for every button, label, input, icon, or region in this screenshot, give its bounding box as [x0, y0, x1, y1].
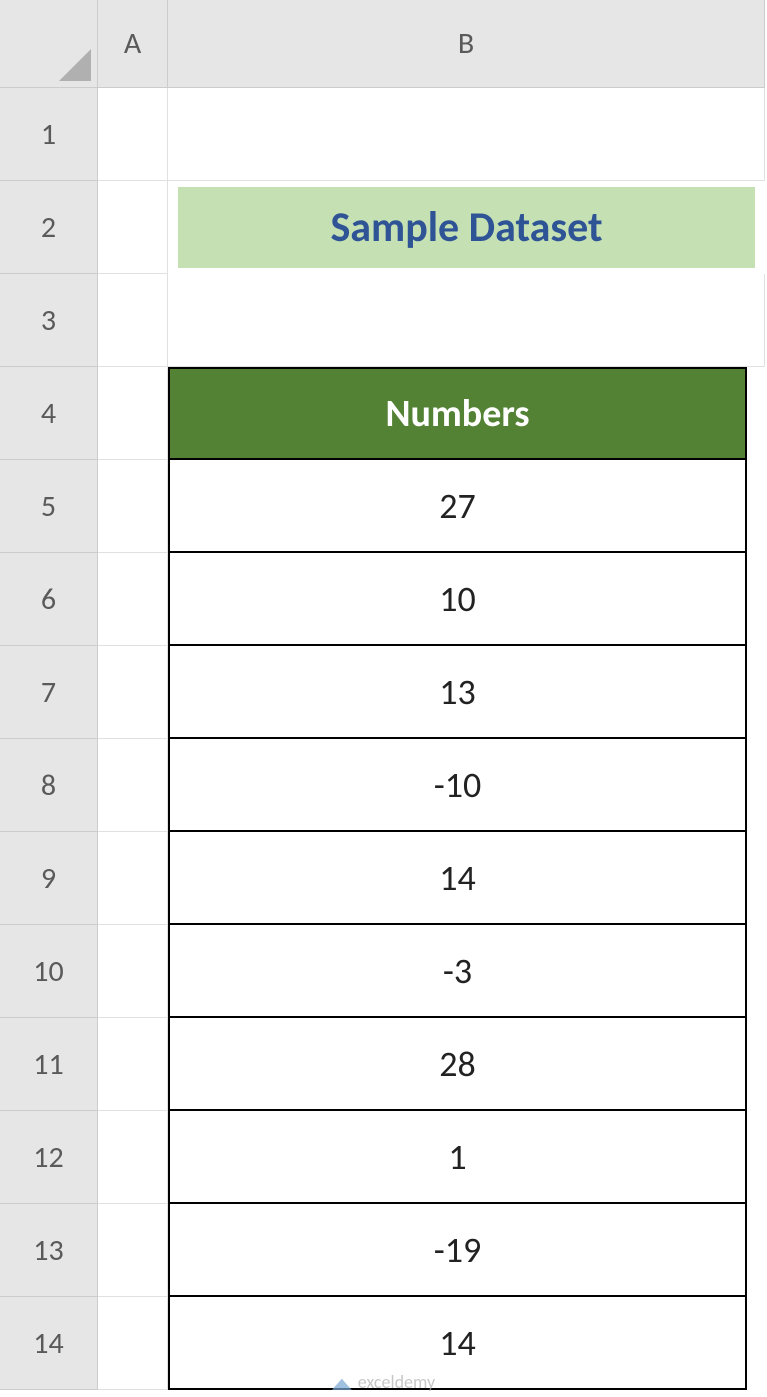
row-header-4[interactable]: 4 — [0, 367, 98, 460]
numbers-value: 10 — [168, 553, 747, 646]
cell-a12[interactable] — [98, 1111, 168, 1204]
cell-b14[interactable]: 14 — [168, 1297, 765, 1390]
watermark-icon — [332, 1374, 352, 1390]
row-header-10[interactable]: 10 — [0, 925, 98, 1018]
spreadsheet-grid: A B 1 2 Sample Dataset 3 4 Numbers 5 27 … — [0, 0, 767, 1390]
cell-a9[interactable] — [98, 832, 168, 925]
cell-b2[interactable]: Sample Dataset — [168, 181, 765, 274]
cell-a3[interactable] — [98, 274, 168, 367]
cell-a8[interactable] — [98, 739, 168, 832]
dataset-title: Sample Dataset — [178, 187, 755, 268]
row-header-7[interactable]: 7 — [0, 646, 98, 739]
numbers-value: 13 — [168, 646, 747, 739]
row-header-3[interactable]: 3 — [0, 274, 98, 367]
cell-b11[interactable]: 28 — [168, 1018, 765, 1111]
numbers-value: 14 — [168, 1297, 747, 1390]
cell-a4[interactable] — [98, 367, 168, 460]
cell-b8[interactable]: -10 — [168, 739, 765, 832]
watermark: exceldemy — [332, 1371, 435, 1393]
cell-b6[interactable]: 10 — [168, 553, 765, 646]
row-header-5[interactable]: 5 — [0, 460, 98, 553]
cell-a13[interactable] — [98, 1204, 168, 1297]
numbers-value: -10 — [168, 739, 747, 832]
cell-a6[interactable] — [98, 553, 168, 646]
numbers-value: -3 — [168, 925, 747, 1018]
row-header-11[interactable]: 11 — [0, 1018, 98, 1111]
select-all-corner[interactable] — [0, 0, 98, 88]
cell-a14[interactable] — [98, 1297, 168, 1390]
column-header-a[interactable]: A — [98, 0, 168, 88]
row-header-13[interactable]: 13 — [0, 1204, 98, 1297]
column-header-b[interactable]: B — [168, 0, 765, 88]
cell-b5[interactable]: 27 — [168, 460, 765, 553]
cell-b1[interactable] — [168, 88, 765, 181]
cell-b9[interactable]: 14 — [168, 832, 765, 925]
row-header-9[interactable]: 9 — [0, 832, 98, 925]
cell-a5[interactable] — [98, 460, 168, 553]
cell-b12[interactable]: 1 — [168, 1111, 765, 1204]
row-header-1[interactable]: 1 — [0, 88, 98, 181]
row-header-6[interactable]: 6 — [0, 553, 98, 646]
numbers-value: 27 — [168, 460, 747, 553]
numbers-value: 14 — [168, 832, 747, 925]
cell-b3[interactable] — [168, 274, 765, 367]
cell-a7[interactable] — [98, 646, 168, 739]
numbers-column-header: Numbers — [168, 367, 747, 460]
row-header-2[interactable]: 2 — [0, 181, 98, 274]
numbers-value: -19 — [168, 1204, 747, 1297]
row-header-8[interactable]: 8 — [0, 739, 98, 832]
cell-a11[interactable] — [98, 1018, 168, 1111]
cell-a10[interactable] — [98, 925, 168, 1018]
row-header-14[interactable]: 14 — [0, 1297, 98, 1390]
cell-b4[interactable]: Numbers — [168, 367, 765, 460]
numbers-value: 1 — [168, 1111, 747, 1204]
cell-b7[interactable]: 13 — [168, 646, 765, 739]
cell-b10[interactable]: -3 — [168, 925, 765, 1018]
row-header-12[interactable]: 12 — [0, 1111, 98, 1204]
watermark-text: exceldemy — [358, 1371, 435, 1393]
cell-b13[interactable]: -19 — [168, 1204, 765, 1297]
numbers-value: 28 — [168, 1018, 747, 1111]
cell-a1[interactable] — [98, 88, 168, 181]
cell-a2[interactable] — [98, 181, 168, 274]
